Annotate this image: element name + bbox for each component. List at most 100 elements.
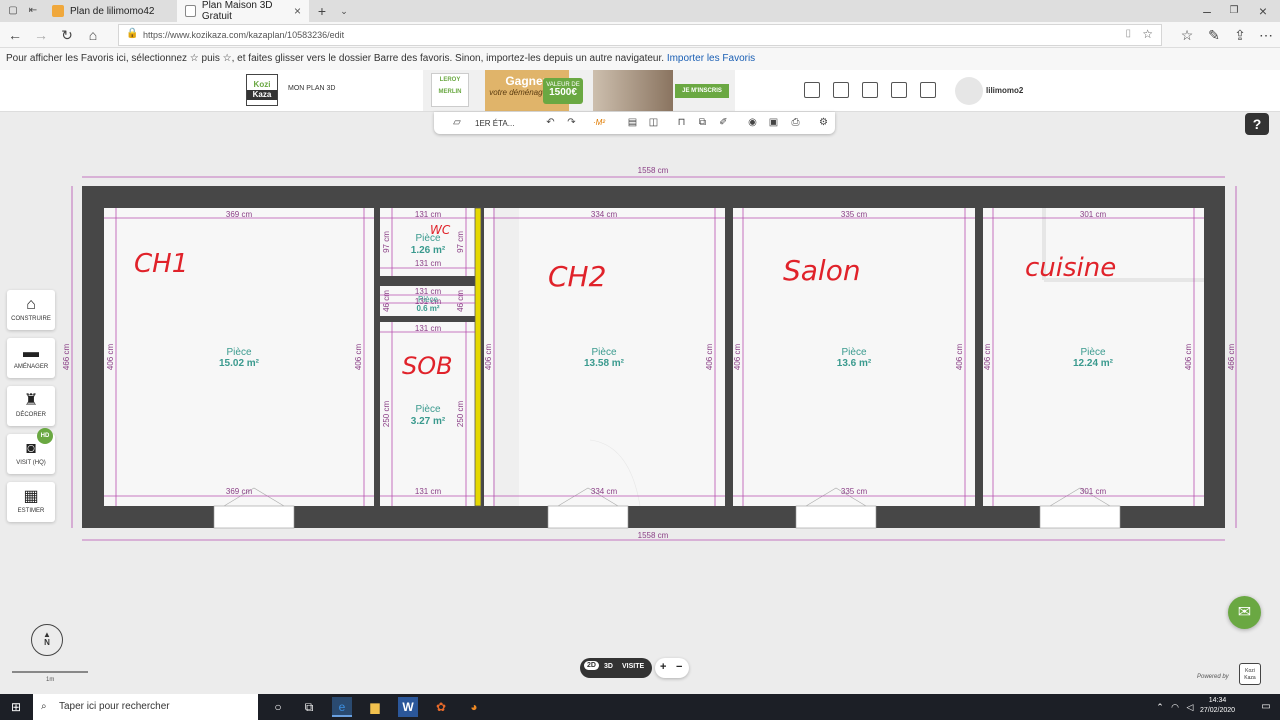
dim-hall-height-left: 46 cm (382, 290, 391, 312)
windows-taskbar: ⊞ ⌕ Taper ici pour rechercher ○ ⧉ e ▆ W … (0, 694, 1280, 720)
room-salon-area: 13.6 m² (837, 358, 872, 369)
room-ch1-name: Pièce (226, 347, 251, 358)
floor-plan-canvas[interactable]: 1558 cm 1558 cm 466 cm 466 cm 369 cm 369… (0, 0, 1280, 720)
view-3d-button[interactable]: 3D (604, 663, 613, 670)
room-ch2-area: 13.58 m² (584, 358, 625, 369)
scale-bar (12, 671, 88, 673)
dim-ch1-height-left: 406 cm (106, 344, 115, 371)
notifications-icon[interactable]: ▭ (1256, 697, 1276, 717)
app-icon[interactable]: ✿ (431, 697, 451, 717)
redo-icon[interactable]: ↷ (565, 116, 578, 129)
zoom-out-button[interactable]: − (676, 661, 682, 673)
window-salon (795, 505, 877, 529)
dim-ch1-width-top: 369 cm (226, 210, 253, 219)
ghost-wall (493, 208, 519, 506)
compass[interactable]: ▲ N (31, 624, 63, 656)
dim-ch2-width-top: 334 cm (591, 210, 618, 219)
dim-ch1-width-bottom: 369 cm (226, 487, 253, 496)
clock[interactable]: 14:34 27/02/2020 (1200, 696, 1235, 716)
view-2d-button[interactable]: 2D (584, 661, 599, 670)
dim-wc-height-right: 97 cm (456, 231, 465, 253)
area-toggle[interactable]: ·M² (593, 118, 605, 127)
handwritten-sdb: SOB (402, 352, 453, 380)
view-visite-button[interactable]: VISITE (622, 663, 644, 670)
selected-wall (474, 207, 482, 507)
window-cuisine (1039, 505, 1121, 529)
dim-sdb-width-top: 131 cm (415, 324, 442, 333)
taskbar-search-input[interactable]: ⌕ Taper ici pour rechercher (33, 694, 258, 720)
dim-total-top: 1558 cm (638, 166, 669, 175)
room-hall-area: 0.6 m² (416, 304, 439, 313)
dim-ch2-width-bottom: 334 cm (591, 487, 618, 496)
dim-sdb-width-bottom: 131 cm (415, 487, 442, 496)
room-wc-area: 1.26 m² (411, 245, 446, 256)
dim-wc-width-bottom: 131 cm (415, 259, 442, 268)
dim-hall-height-right: 46 cm (456, 290, 465, 312)
room-hall-name: Pièce (418, 295, 439, 304)
task-view-icon[interactable]: ⧉ (299, 697, 319, 717)
hd-badge: HD (37, 428, 53, 444)
sidebar-amenager[interactable]: ▬ AMÉNAGER (7, 338, 55, 378)
eye-icon[interactable]: ◉ (746, 116, 759, 129)
dim-salon-height-right: 406 cm (955, 344, 964, 371)
document-icon[interactable]: ▤ (626, 116, 639, 129)
dim-cuisine-height-left: 406 cm (983, 344, 992, 371)
zoom-in-button[interactable]: + (660, 661, 666, 673)
search-icon: ⌕ (41, 701, 47, 712)
room-sdb-area: 3.27 m² (411, 416, 446, 427)
dim-cuisine-height-right: 406 cm (1184, 344, 1193, 371)
dim-total-bottom: 1558 cm (638, 531, 669, 540)
room-ch2-name: Pièce (591, 347, 616, 358)
sofa-icon: ▬ (23, 344, 39, 361)
zoom-controls: + − (655, 658, 689, 678)
help-icon[interactable]: ? (1245, 113, 1269, 135)
dim-salon-height-left: 406 cm (733, 344, 742, 371)
windows-start-icon[interactable]: ⊞ (6, 697, 26, 717)
camera-icon[interactable]: ▣ (767, 116, 780, 129)
clock-time: 14:34 (1208, 697, 1227, 704)
house-icon: ⌂ (26, 296, 36, 313)
room-cuisine-area: 12.24 m² (1073, 358, 1114, 369)
sidebar-construire[interactable]: ⌂ CONSTRUIRE (7, 290, 55, 330)
floor-selector[interactable]: 1ER ÉTA... (475, 119, 514, 128)
room-ch1-area: 15.02 m² (219, 358, 260, 369)
volume-icon[interactable]: ◁ (1180, 697, 1200, 717)
floor-plan-icon[interactable]: ▱ (446, 116, 468, 129)
firefox-icon[interactable]: ◕ (464, 697, 484, 717)
clock-date: 27/02/2020 (1200, 707, 1236, 714)
lock-icon[interactable]: ⊓ (675, 116, 688, 129)
dim-sdb-height-left: 250 cm (382, 401, 391, 428)
chat-icon[interactable]: ✉ (1228, 596, 1261, 629)
powered-by-logo: Kozi Kaza (1239, 663, 1261, 685)
print-icon[interactable]: ⎙ (789, 116, 802, 129)
dim-salon-width-bottom: 335 cm (841, 487, 868, 496)
dim-cuisine-width-bottom: 301 cm (1080, 487, 1107, 496)
map-icon[interactable]: ◫ (647, 116, 660, 129)
edge-icon[interactable]: e (332, 697, 352, 717)
sidebar-decorer[interactable]: ♜ DÉCORER (7, 386, 55, 426)
room-sdb-name: Pièce (415, 404, 440, 415)
dim-ch1-height-right: 406 cm (354, 344, 363, 371)
sidebar-visit[interactable]: HD ◙ VISIT (HQ) (7, 428, 55, 474)
view-mode-toggle: 2D 3D VISITE (580, 658, 652, 678)
copy-icon[interactable]: ⧉ (696, 116, 709, 129)
window-ch1 (213, 505, 295, 529)
window-ch2 (547, 505, 629, 529)
sidebar-estimer[interactable]: ▦ ESTIMER (7, 482, 55, 522)
file-explorer-icon[interactable]: ▆ (365, 697, 385, 717)
scale-label: 1m (46, 677, 55, 683)
dim-ch2-height-right: 406 cm (705, 344, 714, 371)
paint-icon[interactable]: ✐ (717, 116, 730, 129)
dim-wc-height-left: 97 cm (382, 231, 391, 253)
dim-salon-width-top: 335 cm (841, 210, 868, 219)
handwritten-wc: WC (430, 223, 451, 237)
undo-icon[interactable]: ↶ (544, 116, 557, 129)
word-icon[interactable]: W (398, 697, 418, 717)
room-salon-name: Pièce (841, 347, 866, 358)
dim-wc-width-top: 131 cm (415, 210, 442, 219)
handwritten-ch2: CH2 (548, 260, 606, 293)
lamp-icon: ♜ (23, 392, 39, 409)
plan-toolbar: ▱ 1ER ÉTA... ↶ ↷ ·M² ▤ ◫ ⊓ ⧉ ✐ ◉ ▣ ⎙ ⚙ (434, 112, 835, 134)
settings-gear-icon[interactable]: ⚙ (817, 116, 830, 129)
cortana-icon[interactable]: ○ (268, 697, 288, 717)
